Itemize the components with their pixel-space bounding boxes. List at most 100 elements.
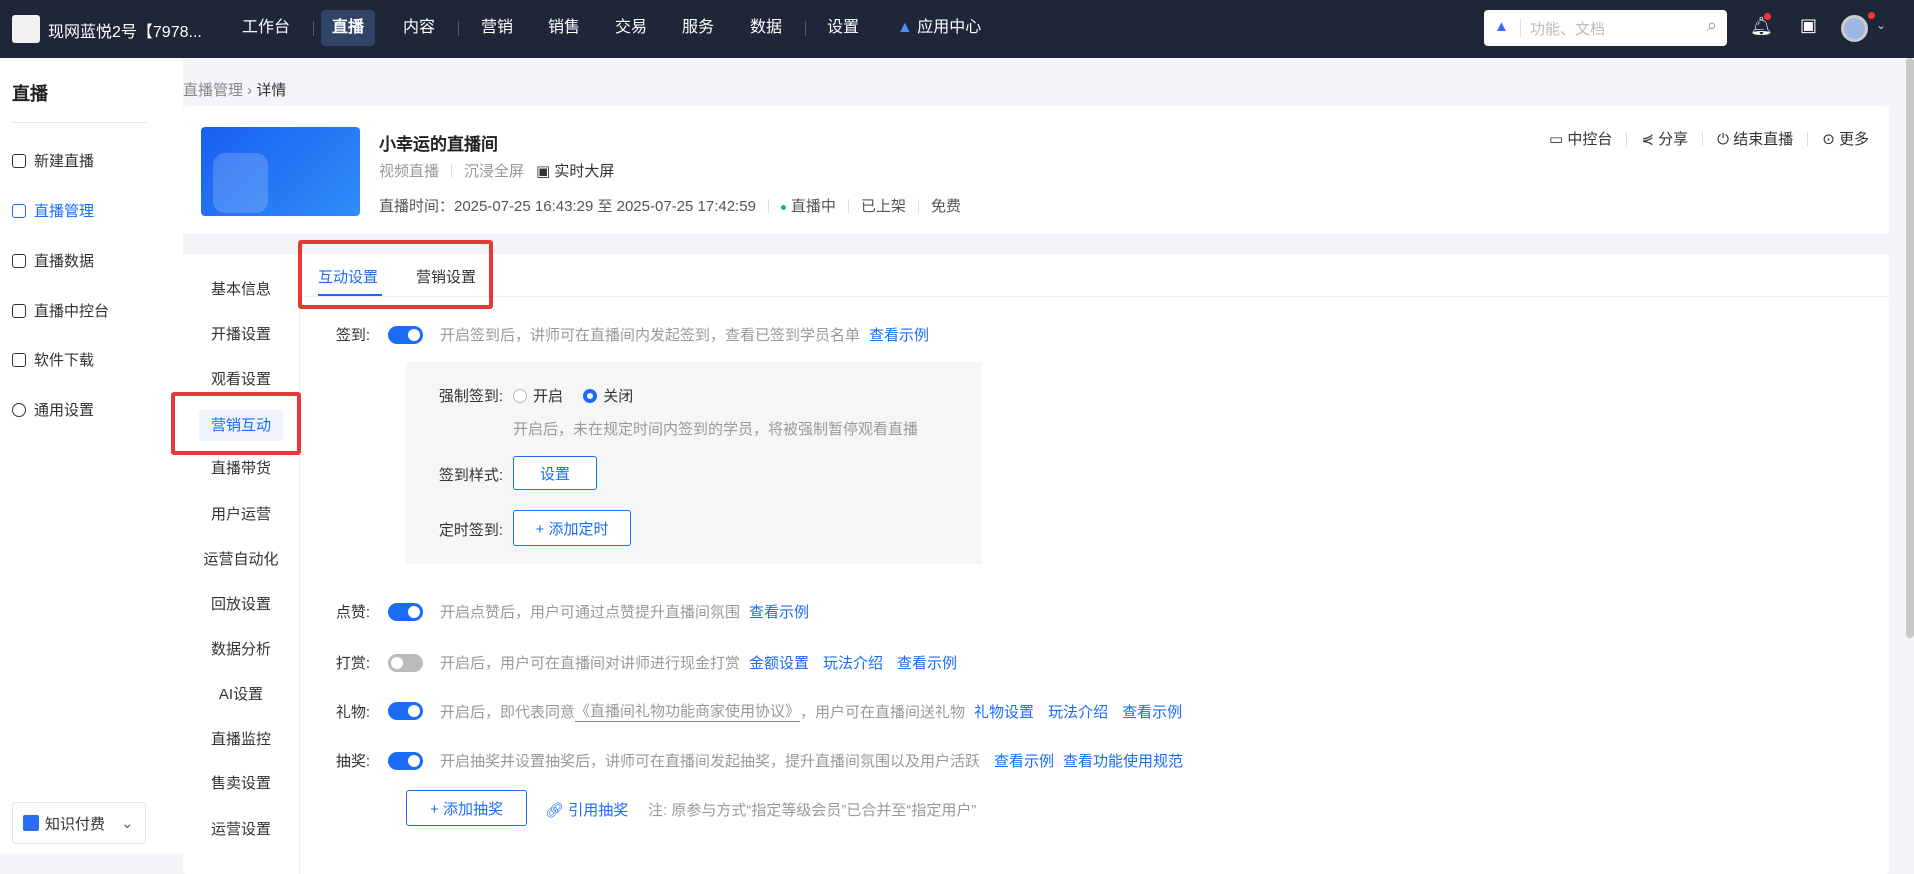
nav-divider xyxy=(805,21,806,36)
shop-logo[interactable] xyxy=(12,15,40,43)
live-header-card: 小幸运的直播间 视频直播 沉浸全屏 ▣ 实时大屏 直播时间：2025-07-25 1… xyxy=(183,106,1889,234)
signin-desc: 开启签到后，讲师可在直播间内发起签到，查看已签到学员名单 xyxy=(440,327,861,344)
radio-label: 开启 xyxy=(533,388,564,405)
timed-signin-label: 定时签到: xyxy=(438,522,503,539)
view-example-link[interactable]: 查看示例 xyxy=(749,601,809,622)
link-icon: 🔗︎ xyxy=(545,802,565,819)
gameplay-intro-link[interactable]: 玩法介绍 xyxy=(1048,701,1108,722)
chevron-down-icon[interactable]: ⌄ xyxy=(1876,18,1886,32)
search-input[interactable]: 功能、文档 xyxy=(1530,18,1605,39)
gift-agreement-link[interactable]: 《直播间礼物功能商家使用协议》 xyxy=(575,700,801,722)
monitor-icon xyxy=(12,303,26,318)
nav-service[interactable]: 服务 xyxy=(671,10,725,46)
sidebar-item-new-live[interactable]: 新建直播 xyxy=(12,150,94,171)
sidebar-item-download[interactable]: 软件下载 xyxy=(12,349,94,370)
signin-options: 强制签到: 开启 关闭 开启后，未在规定时间内签到的学员，将被强制暂停观看直播 … xyxy=(406,362,982,564)
subnav-watch-settings[interactable]: 观看设置 xyxy=(183,368,299,389)
lottery-row: 抽奖: 开启抽奖并设置抽奖后，讲师可在直播间发起抽奖，提升直播间氛围以及用户活跃查… xyxy=(183,750,1183,771)
subnav-ops-automation[interactable]: 运营自动化 xyxy=(183,548,299,569)
sidebar-item-console[interactable]: 直播中控台 xyxy=(12,300,109,321)
cite-lottery-link[interactable]: 🔗︎ 引用抽奖 xyxy=(545,799,628,820)
end-live-button[interactable]: ⏻ 结束直播 xyxy=(1717,128,1793,149)
force-signin-hint: 开启后，未在规定时间内签到的学员，将被强制暂停观看直播 xyxy=(513,421,919,438)
realtime-screen-label: 实时大屏 xyxy=(554,163,615,180)
usage-rules-link[interactable]: 查看功能使用规范 xyxy=(1063,750,1183,771)
lottery-toggle[interactable] xyxy=(388,751,423,770)
gift-toggle[interactable] xyxy=(388,702,423,720)
app-logo-icon: ▲ xyxy=(897,19,913,36)
sidebar-item-general-settings[interactable]: 通用设置 xyxy=(12,399,94,420)
gift-settings-link[interactable]: 礼物设置 xyxy=(974,701,1034,722)
live-thumbnail xyxy=(201,127,360,216)
signin-toggle[interactable] xyxy=(388,325,423,344)
avatar[interactable] xyxy=(1841,15,1868,42)
shelf-status: 已上架 xyxy=(860,198,906,215)
product-label: 知识付费 xyxy=(45,815,106,833)
cite-lottery-label: 引用抽奖 xyxy=(568,802,629,819)
nav-divider xyxy=(313,21,314,36)
view-example-link[interactable]: 查看示例 xyxy=(994,750,1054,771)
force-signin-on-radio[interactable]: 开启 xyxy=(513,385,563,406)
sidebar-item-live-data[interactable]: 直播数据 xyxy=(12,250,94,271)
like-row: 点赞: 开启点赞后，用户可通过点赞提升直播间氛围 查看示例 xyxy=(183,601,809,622)
store-icon[interactable]: ▣ xyxy=(1800,15,1817,36)
reward-label: 打赏: xyxy=(335,655,370,672)
view-example-link[interactable]: 查看示例 xyxy=(897,652,957,673)
nav-app-center[interactable]: ▲ 应用中心 xyxy=(886,10,992,46)
share-button[interactable]: ⋞ 分享 xyxy=(1641,128,1688,149)
subnav-ops-settings[interactable]: 运营设置 xyxy=(183,818,299,839)
subnav-sale-settings[interactable]: 售卖设置 xyxy=(183,772,299,793)
gameplay-intro-link[interactable]: 玩法介绍 xyxy=(823,652,883,673)
nav-workbench[interactable]: 工作台 xyxy=(231,10,301,46)
download-icon xyxy=(12,352,26,367)
live-status: 直播中 xyxy=(780,195,836,216)
realtime-screen-link[interactable]: ▣ 实时大屏 xyxy=(536,160,614,181)
sidebar-title: 直播 xyxy=(12,84,48,104)
reward-row: 打赏: 开启后，用户可在直播间对讲师进行现金打赏 金额设置 玩法介绍 查看示例 xyxy=(183,652,957,673)
console-button[interactable]: ▭ 中控台 xyxy=(1549,128,1612,149)
subnav-live-monitor[interactable]: 直播监控 xyxy=(183,728,299,749)
view-example-link[interactable]: 查看示例 xyxy=(869,324,929,345)
signin-label: 签到: xyxy=(335,327,370,344)
view-example-link[interactable]: 查看示例 xyxy=(1122,701,1182,722)
subnav-live-commerce[interactable]: 直播带货 xyxy=(183,457,299,478)
radio-label: 关闭 xyxy=(603,388,634,405)
force-signin-off-radio[interactable]: 关闭 xyxy=(583,385,633,406)
subnav-basic-info[interactable]: 基本信息 xyxy=(183,278,299,299)
nav-sales[interactable]: 销售 xyxy=(537,10,591,46)
shop-name[interactable]: 现网蓝悦2号【7978... xyxy=(48,18,202,42)
nav-trade[interactable]: 交易 xyxy=(604,10,658,46)
nav-settings[interactable]: 设置 xyxy=(816,10,870,46)
add-timer-button[interactable]: + 添加定时 xyxy=(513,510,631,546)
amount-settings-link[interactable]: 金额设置 xyxy=(749,652,809,673)
search-icon[interactable]: ⌕ xyxy=(1707,15,1717,36)
avatar-dot xyxy=(1868,12,1875,19)
gift-desc-2: ，用户可在直播间送礼物 xyxy=(800,703,966,721)
like-toggle[interactable] xyxy=(388,602,423,621)
sidebar-item-live-manage[interactable]: 直播管理 xyxy=(12,200,94,221)
more-button[interactable]: ⊙ 更多 xyxy=(1822,128,1869,149)
more-label: 更多 xyxy=(1838,131,1869,148)
nav-app-center-label: 应用中心 xyxy=(917,19,982,36)
nav-live[interactable]: 直播 xyxy=(321,10,376,46)
nav-data[interactable]: 数据 xyxy=(739,10,793,46)
chart-icon xyxy=(12,253,26,268)
product-switcher[interactable]: 知识付费 ⌄ xyxy=(12,802,146,844)
more-icon: ⊙ xyxy=(1822,131,1835,148)
add-lottery-button[interactable]: + 添加抽奖 xyxy=(406,790,527,826)
nav-content[interactable]: 内容 xyxy=(392,10,446,46)
share-label: 分享 xyxy=(1658,131,1689,148)
lottery-label: 抽奖: xyxy=(335,753,370,770)
search-box[interactable]: ▲ 功能、文档 ⌕ xyxy=(1484,10,1727,46)
sidebar-item-label: 直播管理 xyxy=(34,203,95,220)
subnav-user-ops[interactable]: 用户运营 xyxy=(183,503,299,524)
nav-marketing[interactable]: 营销 xyxy=(470,10,524,46)
reward-toggle[interactable] xyxy=(388,653,423,672)
sidebar-item-label: 新建直播 xyxy=(34,153,95,170)
lottery-note: 注: 原参与方式“指定等级会员”已合并至“指定用户” xyxy=(648,802,977,819)
page-scrollbar[interactable] xyxy=(1906,58,1914,638)
monitor-icon: ▭ xyxy=(1549,131,1564,148)
breadcrumb-link[interactable]: 直播管理 xyxy=(183,82,243,99)
signin-style-button[interactable]: 设置 xyxy=(513,456,597,490)
live-type: 视频直播 xyxy=(379,163,440,180)
